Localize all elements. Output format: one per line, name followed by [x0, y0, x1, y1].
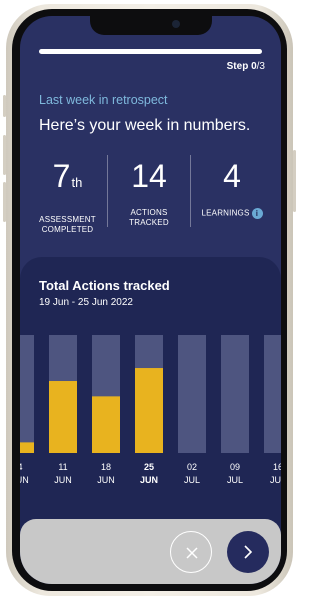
stat-value: 7th	[52, 158, 83, 194]
x-tick-day: 18	[101, 462, 111, 472]
x-tick-day: 4	[20, 462, 23, 472]
page-title: Here’s your week in numbers.	[39, 117, 251, 134]
volume-up-button	[3, 135, 6, 175]
power-button	[293, 150, 296, 212]
mute-switch	[3, 95, 6, 117]
weekly-stats: 7th ASSESSMENT COMPLETED 14 ACTIONS TRACKE…	[20, 153, 281, 234]
stat-caption: ASSESSMENT COMPLETED	[39, 215, 96, 234]
bar-fill[interactable]	[135, 368, 163, 453]
volume-down-button	[3, 182, 6, 222]
x-tick-day: 25	[144, 462, 154, 472]
stat-learnings: 4 LEARNINGS i	[191, 153, 273, 231]
bar-fill[interactable]	[49, 381, 77, 453]
bar-track	[20, 335, 34, 453]
bar-fill[interactable]	[20, 442, 34, 453]
x-tick-day: 09	[230, 462, 240, 472]
stat-assessment: 7th ASSESSMENT COMPLETED	[28, 153, 107, 234]
camera-icon	[172, 20, 180, 28]
bottom-action-bar	[20, 519, 281, 584]
stat-actions: 14 ACTIONS TRACKED	[108, 153, 190, 231]
x-tick-month: JUL	[227, 475, 243, 485]
x-tick-day: 11	[58, 462, 67, 472]
bar-track	[221, 335, 249, 453]
x-tick-day: 02	[187, 462, 197, 472]
x-tick-month: JUN	[54, 475, 72, 485]
stat-caption: LEARNINGS i	[191, 208, 273, 219]
step-total: /3	[256, 61, 265, 72]
x-tick-month: JUN	[97, 475, 115, 485]
actions-bar-chart[interactable]: 4 JUN 11 JUN 18 JUN 25 JUN 02 JUL 09 JUL 16 JUL	[20, 257, 281, 517]
bar-fill[interactable]	[92, 396, 120, 453]
step-label: Step	[226, 61, 249, 72]
notch	[90, 16, 212, 35]
bar-track	[178, 335, 206, 453]
info-icon[interactable]: i	[251, 208, 263, 219]
chevron-right-icon	[244, 545, 253, 559]
x-tick-day: 16	[273, 462, 281, 472]
section-eyebrow: Last week in retrospect	[39, 93, 168, 107]
bar-track	[264, 335, 281, 453]
stat-suffix: th	[71, 175, 83, 190]
step-indicator: Step 0/3	[227, 61, 265, 72]
close-button[interactable]	[170, 531, 212, 573]
stat-value: 14	[131, 158, 167, 194]
close-icon	[186, 547, 198, 559]
x-tick-month: JUL	[270, 475, 281, 485]
x-tick-month: JUL	[184, 475, 200, 485]
stat-value: 4	[223, 158, 241, 194]
x-tick-month: JUN	[140, 475, 158, 485]
step-progress-bar	[39, 49, 262, 54]
app-screen: Step 0/3 Last week in retrospect Here’s …	[20, 16, 281, 584]
x-tick-month: JUN	[20, 475, 29, 485]
next-button[interactable]	[227, 531, 269, 573]
stat-caption: ACTIONS TRACKED	[129, 208, 169, 227]
